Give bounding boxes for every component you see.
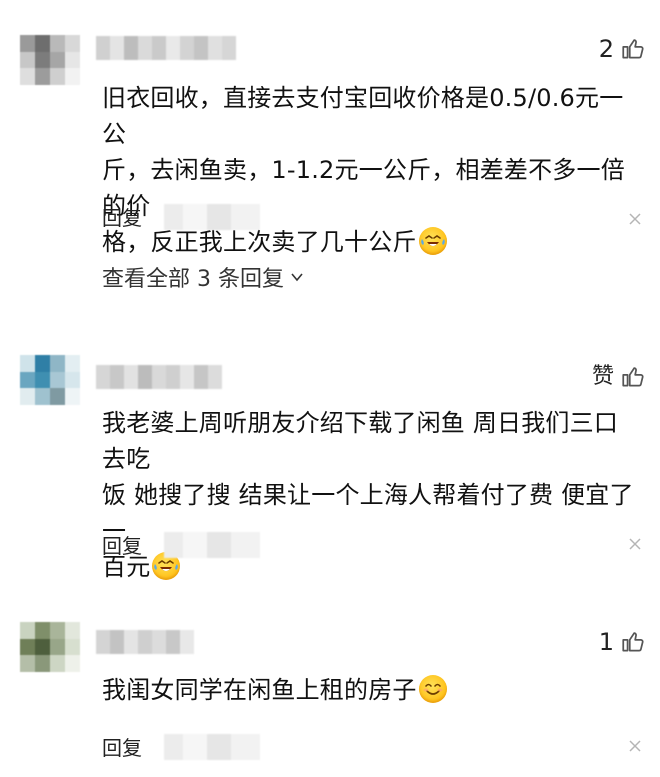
comment-item: 1 我闺女同学在闲鱼上租的房子 回复 bbox=[0, 0, 660, 777]
smiling-face-emoji-icon bbox=[418, 675, 447, 703]
username[interactable] bbox=[96, 630, 194, 654]
close-icon[interactable] bbox=[628, 739, 642, 753]
thumbs-up-icon[interactable] bbox=[620, 629, 646, 655]
like-count: 1 bbox=[598, 628, 614, 656]
avatar[interactable] bbox=[20, 622, 80, 672]
like-area[interactable]: 1 bbox=[599, 629, 646, 655]
comment-text: 我闺女同学在闲鱼上租的房子 bbox=[102, 672, 642, 708]
comment-body: 我闺女同学在闲鱼上租的房子 bbox=[102, 676, 417, 704]
reply-button[interactable]: 回复 bbox=[102, 732, 142, 761]
reply-row: 回复 bbox=[102, 732, 260, 761]
reply-time-blurred bbox=[164, 733, 260, 760]
